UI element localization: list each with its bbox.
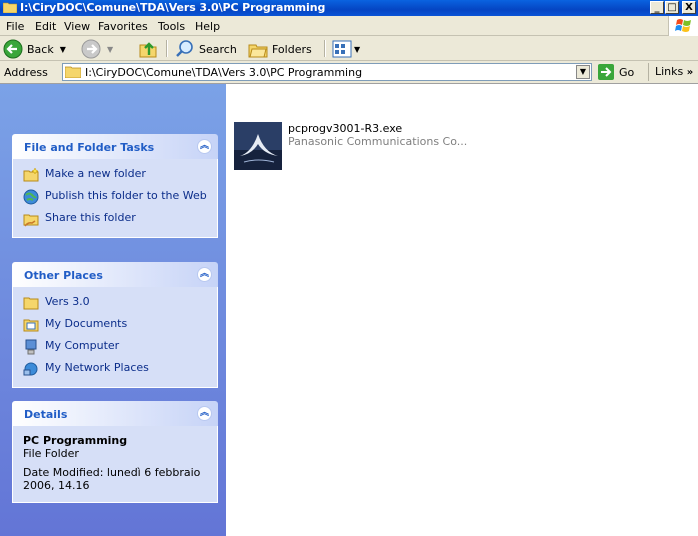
new-folder-icon (23, 167, 39, 182)
menu-edit[interactable]: Edit (35, 20, 56, 33)
views-icon (332, 40, 352, 58)
folders-icon (248, 44, 268, 58)
menu-view[interactable]: View (64, 20, 90, 33)
forward-button[interactable]: ▼ (81, 39, 113, 59)
other-places-panel: Other Places ︽ Vers 3.0 My Documents My … (12, 262, 218, 388)
file-list-view[interactable]: pcprogv3001-R3.exe Panasonic Communicati… (226, 84, 698, 536)
menu-tools[interactable]: Tools (158, 20, 185, 33)
search-button[interactable]: Search (175, 39, 237, 59)
folder-icon (3, 2, 17, 13)
go-arrow-icon (598, 64, 614, 80)
forward-dropdown-icon[interactable]: ▼ (107, 45, 113, 54)
close-button[interactable]: X (682, 1, 696, 14)
share-folder-icon (23, 214, 39, 227)
window-title: I:\CiryDOC\Comune\TDA\Vers 3.0\PC Progra… (20, 1, 326, 14)
folder-icon (23, 297, 39, 310)
my-documents-icon (23, 319, 39, 332)
details-type: File Folder (23, 447, 79, 460)
back-arrow-icon (3, 39, 23, 59)
file-name: pcprogv3001-R3.exe (288, 122, 403, 135)
collapse-chevron-icon[interactable]: ︽ (197, 267, 212, 282)
file-company: Panasonic Communications Co... (288, 135, 468, 148)
menu-file[interactable]: File (6, 20, 24, 33)
folder-icon (65, 66, 81, 78)
details-panel: Details ︽ PC Programming File Folder Dat… (12, 401, 218, 503)
views-dropdown-icon: ▼ (354, 44, 361, 54)
up-folder-button[interactable] (138, 39, 158, 59)
task-new-folder[interactable]: Make a new folder (23, 167, 207, 183)
toolbar-separator (166, 40, 168, 57)
minimize-button[interactable]: _ (650, 1, 664, 14)
panasonic-exe-icon (234, 122, 282, 170)
place-my-documents[interactable]: My Documents (23, 317, 207, 333)
maximize-button[interactable]: □ (665, 1, 679, 14)
computer-icon (25, 339, 37, 355)
back-button[interactable]: Back ▼ (3, 39, 66, 59)
folders-button[interactable]: Folders (248, 39, 312, 59)
place-my-computer[interactable]: My Computer (23, 339, 207, 355)
panel-header[interactable]: File and Folder Tasks ︽ (12, 134, 218, 159)
collapse-chevron-icon[interactable]: ︽ (197, 139, 212, 154)
panel-header[interactable]: Other Places ︽ (12, 262, 218, 287)
details-modified-line1: Date Modified: lunedì 6 febbraio (23, 466, 201, 479)
task-pane: File and Folder Tasks ︽ Make a new folde… (0, 84, 226, 536)
place-vers-3[interactable]: Vers 3.0 (23, 295, 207, 311)
place-my-network-places[interactable]: My Network Places (23, 361, 207, 377)
menu-favorites[interactable]: Favorites (98, 20, 148, 33)
chevron-right-icon: » (686, 67, 694, 78)
collapse-chevron-icon[interactable]: ︽ (197, 406, 212, 421)
forward-arrow-icon (81, 39, 101, 59)
panel-header[interactable]: Details ︽ (12, 401, 218, 426)
file-item[interactable]: pcprogv3001-R3.exe Panasonic Communicati… (234, 122, 467, 170)
search-icon (176, 40, 193, 57)
menu-help[interactable]: Help (195, 20, 220, 33)
title-bar[interactable]: I:\CiryDOC\Comune\TDA\Vers 3.0\PC Progra… (0, 0, 698, 16)
go-button[interactable]: Go (598, 64, 634, 80)
task-publish-folder[interactable]: Publish this folder to the Web (23, 189, 207, 205)
up-folder-icon (139, 42, 157, 58)
standard-toolbar: Back ▼ ▼ Search Folders ▼ (0, 36, 698, 61)
address-dropdown-button[interactable]: ▼ (576, 65, 590, 79)
network-places-icon (23, 362, 38, 376)
menu-bar: File Edit View Favorites Tools Help (0, 16, 698, 36)
address-value: I:\CiryDOC\Comune\TDA\Vers 3.0\PC Progra… (85, 66, 363, 79)
globe-icon (23, 189, 39, 205)
views-button[interactable]: ▼ (332, 39, 360, 59)
task-share-folder[interactable]: Share this folder (23, 211, 207, 227)
address-input[interactable]: I:\CiryDOC\Comune\TDA\Vers 3.0\PC Progra… (62, 63, 592, 81)
address-bar: Address I:\CiryDOC\Comune\TDA\Vers 3.0\P… (0, 61, 698, 84)
windows-logo-icon (668, 16, 698, 36)
file-folder-tasks-panel: File and Folder Tasks ︽ Make a new folde… (12, 134, 218, 238)
back-dropdown-icon[interactable]: ▼ (60, 45, 66, 54)
address-label: Address (4, 66, 48, 79)
details-name: PC Programming (23, 434, 128, 447)
toolbar-separator (324, 40, 326, 57)
details-modified-line2: 2006, 14.16 (23, 479, 90, 492)
links-button[interactable]: Links » (648, 63, 693, 81)
